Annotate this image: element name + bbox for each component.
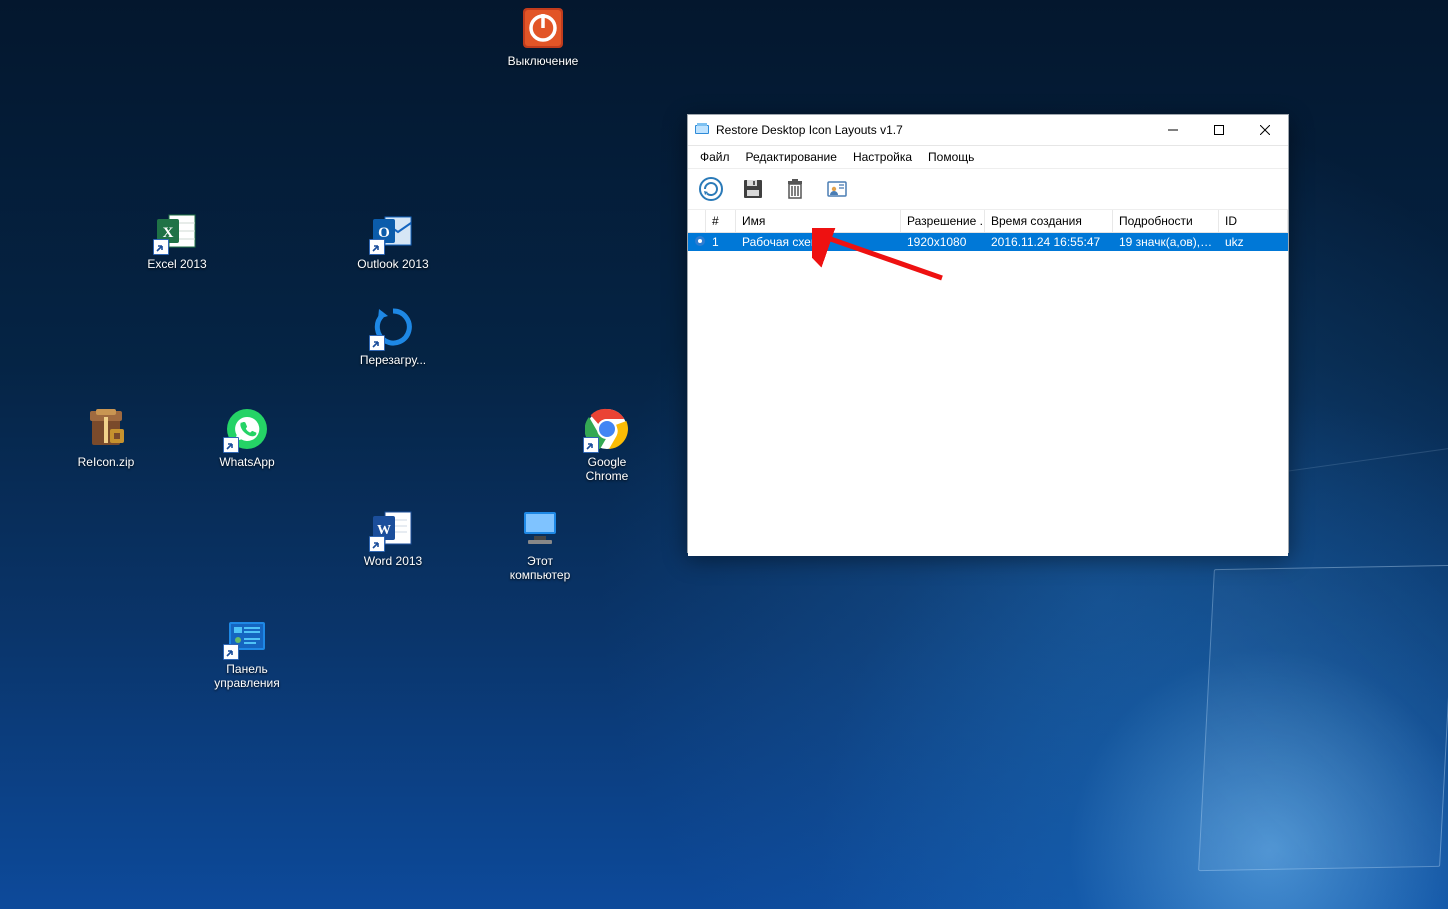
desktop-icon-label: Word 2013 [364, 554, 422, 568]
desktop-icon-whatsapp[interactable]: WhatsApp [205, 407, 289, 469]
desktop-icon-label: WhatsApp [219, 455, 274, 469]
desktop[interactable]: Restore Desktop Icon Layouts v1.7 Файл Р… [0, 0, 1448, 909]
thispc-icon [518, 506, 562, 550]
shortcut-overlay-icon [583, 437, 599, 453]
col-spacer [688, 210, 706, 232]
col-time[interactable]: Время создания [985, 210, 1113, 232]
cpanel-icon [225, 614, 269, 658]
menu-settings[interactable]: Настройка [845, 148, 920, 166]
desktop-icon-label: Google Chrome [565, 455, 649, 483]
app-window: Restore Desktop Icon Layouts v1.7 Файл Р… [687, 114, 1289, 553]
cell-index: 1 [706, 235, 736, 249]
restart-icon [371, 305, 415, 349]
desktop-icon-word[interactable]: Word 2013 [351, 506, 435, 568]
desktop-icon-label: Outlook 2013 [357, 257, 428, 271]
cell-name: Рабочая схема [736, 235, 901, 249]
minimize-button[interactable] [1150, 115, 1196, 145]
restore-button[interactable] [694, 172, 728, 206]
desktop-icon-relcon[interactable]: ReIcon.zip [64, 407, 148, 469]
window-buttons [1150, 115, 1288, 145]
desktop-icon-excel[interactable]: Excel 2013 [135, 209, 219, 271]
excel-icon [155, 209, 199, 253]
chrome-icon [585, 407, 629, 451]
menu-bar: Файл Редактирование Настройка Помощь [688, 146, 1288, 168]
col-res[interactable]: Разрешение ... [901, 210, 985, 232]
desktop-icon-label: Выключение [508, 54, 579, 68]
list-body[interactable]: 1 Рабочая схема 1920x1080 2016.11.24 16:… [688, 233, 1288, 556]
app-title: Restore Desktop Icon Layouts v1.7 [716, 123, 903, 137]
col-name[interactable]: Имя [736, 210, 901, 232]
maximize-button[interactable] [1196, 115, 1242, 145]
col-index[interactable]: # [706, 210, 736, 232]
desktop-icon-label: Перезагру... [360, 353, 426, 367]
desktop-icon-cpanel[interactable]: Панель управления [205, 614, 289, 690]
cell-res: 1920x1080 [901, 235, 985, 249]
shortcut-overlay-icon [369, 536, 385, 552]
app-icon [694, 121, 710, 140]
shutdown-icon [521, 6, 565, 50]
desktop-icon-label: Панель управления [205, 662, 289, 690]
menu-help[interactable]: Помощь [920, 148, 982, 166]
desktop-icon-label: Excel 2013 [147, 257, 206, 271]
desktop-icon-label: Этот компьютер [498, 554, 582, 582]
shortcut-overlay-icon [369, 335, 385, 351]
word-icon [371, 506, 415, 550]
cell-id: ukz [1219, 235, 1288, 249]
list-header: # Имя Разрешение ... Время создания Подр… [688, 210, 1288, 233]
shortcut-overlay-icon [369, 239, 385, 255]
light-streak [1198, 565, 1448, 871]
close-button[interactable] [1242, 115, 1288, 145]
shortcut-overlay-icon [223, 437, 239, 453]
col-id[interactable]: ID [1219, 210, 1288, 232]
toolbar [688, 168, 1288, 210]
desktop-icon-shutdown[interactable]: Выключение [501, 6, 585, 68]
table-row[interactable]: 1 Рабочая схема 1920x1080 2016.11.24 16:… [688, 233, 1288, 251]
row-status-icon [688, 235, 706, 250]
save-button[interactable] [736, 172, 770, 206]
outlook-icon [371, 209, 415, 253]
col-det[interactable]: Подробности [1113, 210, 1219, 232]
about-button[interactable] [820, 172, 854, 206]
relcon-icon [84, 407, 128, 451]
desktop-icon-label: ReIcon.zip [78, 455, 135, 469]
shortcut-overlay-icon [223, 644, 239, 660]
desktop-icon-outlook[interactable]: Outlook 2013 [351, 209, 435, 271]
desktop-icon-thispc[interactable]: Этот компьютер [498, 506, 582, 582]
desktop-icon-restart[interactable]: Перезагру... [351, 305, 435, 367]
whatsapp-icon [225, 407, 269, 451]
menu-edit[interactable]: Редактирование [738, 148, 845, 166]
delete-button[interactable] [778, 172, 812, 206]
menu-file[interactable]: Файл [692, 148, 738, 166]
titlebar[interactable]: Restore Desktop Icon Layouts v1.7 [688, 115, 1288, 146]
desktop-icon-chrome[interactable]: Google Chrome [565, 407, 649, 483]
cell-det: 19 значк(а,ов), help [1113, 235, 1219, 249]
cell-time: 2016.11.24 16:55:47 [985, 235, 1113, 249]
shortcut-overlay-icon [153, 239, 169, 255]
